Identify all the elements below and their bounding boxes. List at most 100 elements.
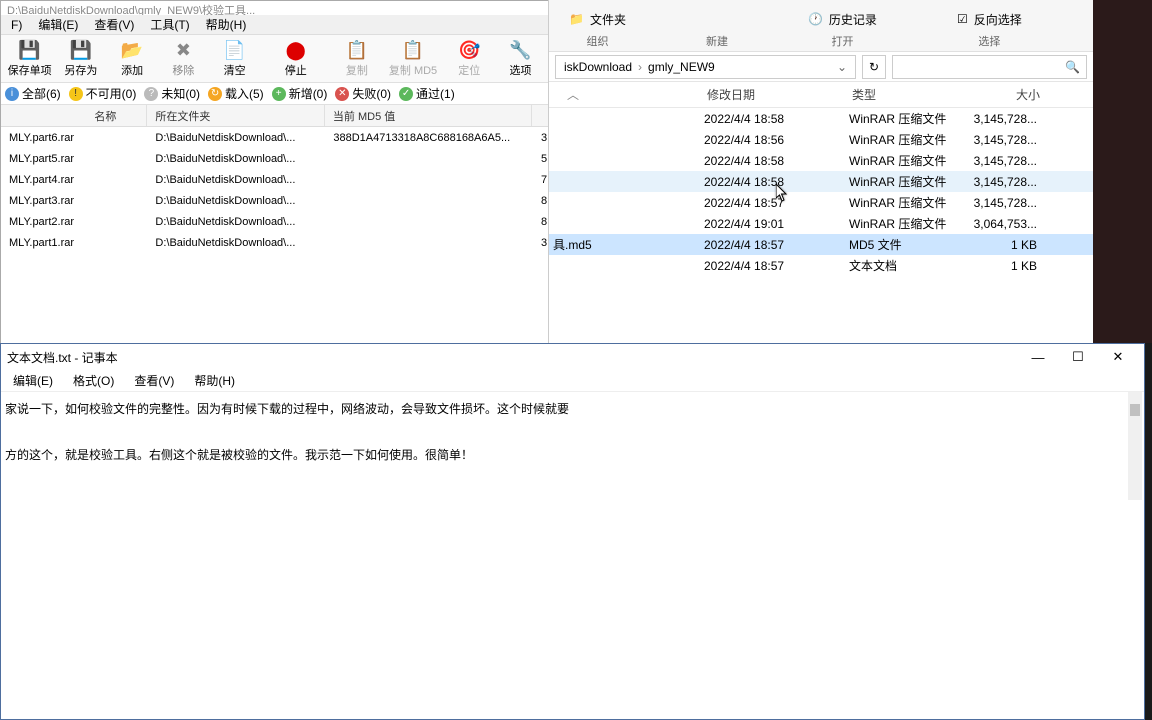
filter-loaded[interactable]: ↻载入(5) (208, 85, 264, 102)
cell-size: 3,145,728... (967, 154, 1037, 168)
list-item[interactable]: 2022/4/4 19:01WinRAR 压缩文件3,064,753... (549, 213, 1093, 234)
close-button[interactable]: ✕ (1098, 345, 1138, 369)
menu-file[interactable]: F) (5, 16, 28, 34)
filter-bar: i全部(6) !不可用(0) ?未知(0) ↻载入(5) +新增(0) ✕失败(… (1, 83, 549, 105)
cell-folder: D:\BaiduNetdiskDownload\... (147, 193, 325, 209)
cell-type: MD5 文件 (849, 236, 967, 253)
cell-md5 (325, 178, 533, 182)
cell-date: 2022/4/4 18:58 (704, 154, 849, 168)
add-button[interactable]: 📂添加 (108, 37, 157, 81)
table-row[interactable]: MLY.part6.rarD:\BaiduNetdiskDownload\...… (1, 127, 549, 148)
menu-tools[interactable]: 工具(T) (144, 14, 195, 35)
cell-md5 (325, 199, 533, 203)
cell-date: 2022/4/4 19:01 (704, 217, 849, 231)
history-label[interactable]: 历史记录 (829, 11, 877, 28)
cell-size: 3,064,753... (967, 217, 1037, 231)
menu-edit[interactable]: 编辑(E) (5, 370, 61, 391)
breadcrumb-part[interactable]: iskDownload (564, 60, 632, 74)
breadcrumb[interactable]: iskDownload › gmly_NEW9 ⌄ (555, 55, 856, 79)
new-label: 新建 (706, 33, 728, 49)
cell-date: 2022/4/4 18:57 (704, 259, 849, 273)
table-row[interactable]: MLY.part1.rarD:\BaiduNetdiskDownload\...… (1, 232, 549, 253)
filter-na[interactable]: !不可用(0) (69, 85, 137, 102)
refresh-icon: ↻ (869, 60, 879, 74)
x-icon: ✖ (172, 39, 194, 61)
group-select: ☑反向选择 选择 (957, 9, 1022, 49)
cell-date: 2022/4/4 18:57 (704, 238, 849, 252)
folder-icon: 📁 (569, 12, 584, 26)
maximize-button[interactable]: ☐ (1058, 345, 1098, 369)
table-row[interactable]: MLY.part5.rarD:\BaiduNetdiskDownload\...… (1, 148, 549, 169)
menu-help[interactable]: 帮助(H) (200, 14, 253, 35)
col-folder[interactable]: 所在文件夹 (147, 105, 325, 126)
refresh-button[interactable]: ↻ (862, 55, 886, 79)
chevron-up-icon[interactable]: ︿ (567, 86, 587, 103)
cell-md5 (325, 220, 533, 224)
scrollbar-thumb[interactable] (1130, 404, 1140, 416)
cell-type: WinRAR 压缩文件 (849, 194, 967, 211)
file-explorer-window: 📁文件夹 组织 新建 🕐历史记录 打开 ☑反向选择 选择 iskDownload… (548, 0, 1093, 345)
table-row[interactable]: MLY.part3.rarD:\BaiduNetdiskDownload\...… (1, 190, 549, 211)
save-single-button[interactable]: 💾保存单项 (5, 37, 54, 81)
text-area[interactable]: 家说一下，如何校验文件的完整性。因为有时候下载的过程中，网络波动，会导致文件损坏… (1, 392, 1144, 500)
col-date[interactable]: 修改日期 (707, 86, 852, 103)
stop-icon: ⬤ (285, 39, 307, 61)
list-item[interactable]: 2022/4/4 18:58WinRAR 压缩文件3,145,728... (549, 171, 1093, 192)
list-item[interactable]: 2022/4/4 18:56WinRAR 压缩文件3,145,728... (549, 129, 1093, 150)
chevron-down-icon[interactable]: ⌄ (837, 60, 847, 74)
table-row[interactable]: MLY.part2.rarD:\BaiduNetdiskDownload\...… (1, 211, 549, 232)
minimize-button[interactable]: — (1018, 345, 1058, 369)
cell-folder: D:\BaiduNetdiskDownload\... (147, 214, 325, 230)
save-as-button[interactable]: 💾另存为 (56, 37, 105, 81)
breadcrumb-part[interactable]: gmly_NEW9 (648, 60, 715, 74)
col-type[interactable]: 类型 (852, 86, 970, 103)
list-item[interactable]: 2022/4/4 18:57WinRAR 压缩文件3,145,728... (549, 192, 1093, 213)
copy-md5-button[interactable]: 📋复制 MD5 (384, 37, 443, 81)
list-item[interactable]: 具.md52022/4/4 18:57MD5 文件1 KB (549, 234, 1093, 255)
cell-type: WinRAR 压缩文件 (849, 215, 967, 232)
options-button[interactable]: 🔧选项 (496, 37, 545, 81)
copy-icon: 📋 (346, 39, 368, 61)
list-item[interactable]: 2022/4/4 18:58WinRAR 压缩文件3,145,728... (549, 108, 1093, 129)
filter-unknown[interactable]: ?未知(0) (144, 85, 200, 102)
invert-label[interactable]: 反向选择 (974, 11, 1022, 28)
select-label: 选择 (978, 33, 1000, 49)
cell-name: 具.md5 (549, 236, 704, 253)
history-icon: 🕐 (808, 12, 823, 26)
list-item[interactable]: 2022/4/4 18:58WinRAR 压缩文件3,145,728... (549, 150, 1093, 171)
chevron-right-icon: › (638, 60, 642, 74)
cell-size: 1 KB (967, 259, 1037, 273)
stop-button[interactable]: ⬤停止 (271, 37, 320, 81)
filter-fail[interactable]: ✕失败(0) (335, 85, 391, 102)
menu-edit[interactable]: 编辑(E) (32, 14, 84, 35)
menu-view[interactable]: 查看(V) (126, 370, 182, 391)
locate-button[interactable]: 🎯定位 (445, 37, 494, 81)
col-size[interactable]: 大小 (970, 86, 1040, 103)
menu-help[interactable]: 帮助(H) (186, 370, 243, 391)
table-row[interactable]: MLY.part4.rarD:\BaiduNetdiskDownload\...… (1, 169, 549, 190)
target-icon: 🎯 (458, 39, 480, 61)
cell-name: MLY.part2.rar (1, 214, 147, 230)
menu-view[interactable]: 查看(V) (88, 14, 140, 35)
col-name[interactable]: 名称 (1, 105, 147, 126)
scrollbar[interactable] (1128, 392, 1142, 500)
copy-button[interactable]: 📋复制 (332, 37, 381, 81)
fail-icon: ✕ (335, 87, 349, 101)
cell-size: 3,145,728... (967, 175, 1037, 189)
question-icon: ? (144, 87, 158, 101)
filter-pass[interactable]: ✓通过(1) (399, 85, 455, 102)
clear-button[interactable]: 📄清空 (210, 37, 259, 81)
menu-format[interactable]: 格式(O) (65, 370, 122, 391)
col-md5[interactable]: 当前 MD5 值 (325, 105, 532, 126)
info-icon: i (5, 87, 19, 101)
search-input[interactable]: 🔍 (892, 55, 1087, 79)
remove-button[interactable]: ✖移除 (159, 37, 208, 81)
cell-extra: 3 (533, 130, 549, 146)
list-item[interactable]: 2022/4/4 18:57文本文档1 KB (549, 255, 1093, 276)
col-extra[interactable] (532, 105, 549, 126)
filter-new[interactable]: +新增(0) (272, 85, 328, 102)
menubar: F) 编辑(E) 查看(V) 工具(T) 帮助(H) (1, 15, 549, 35)
cell-size: 3,145,728... (967, 112, 1037, 126)
warning-icon: ! (69, 87, 83, 101)
filter-all[interactable]: i全部(6) (5, 85, 61, 102)
